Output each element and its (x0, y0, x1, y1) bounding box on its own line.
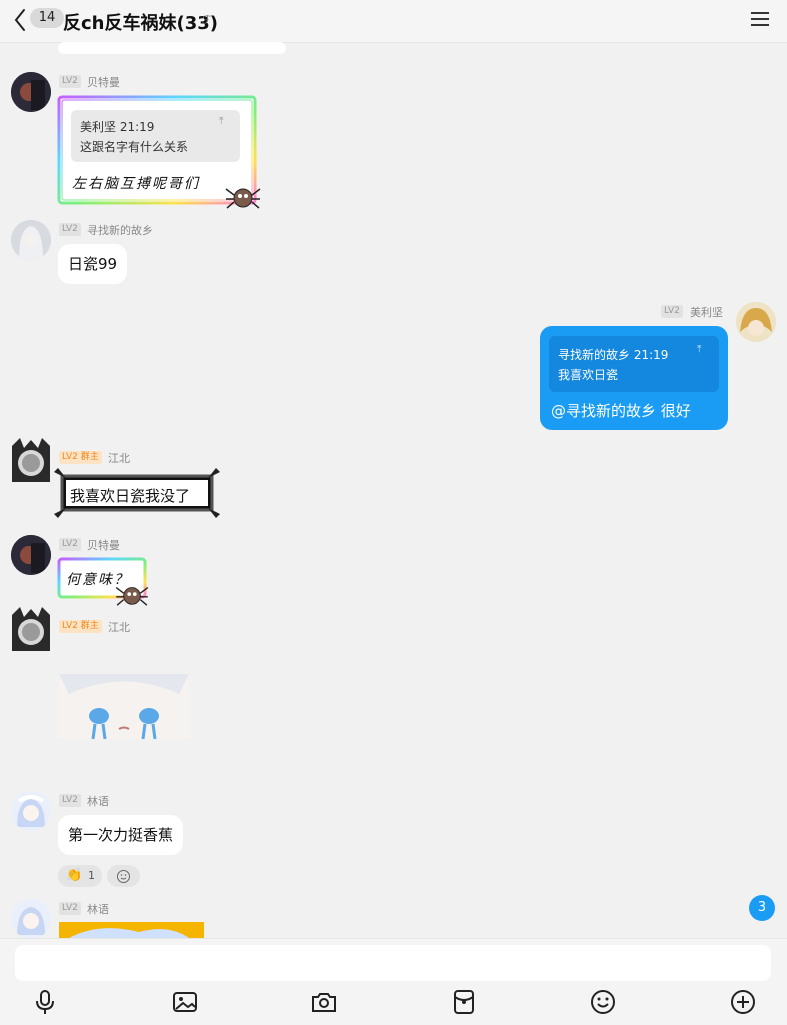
sticker-text: 我喜欢日瓷我没了 (70, 487, 191, 505)
reaction-count: 1 (88, 869, 95, 882)
sender-name[interactable]: 江北 (108, 619, 130, 635)
avatar[interactable] (11, 220, 51, 260)
previous-message-bubble (58, 42, 286, 54)
quote-author: 寻找新的故乡 21:19 (558, 348, 669, 362)
level-badge: LV2 (59, 223, 81, 236)
sender-name[interactable]: 林语 (87, 793, 109, 809)
avatar[interactable] (736, 302, 776, 342)
spider-sticker-icon (225, 188, 261, 209)
red-packet-icon[interactable] (450, 988, 478, 1016)
level-badge: LV2 (59, 794, 81, 807)
spider-sticker-icon (115, 587, 149, 606)
level-text: LV2 (62, 621, 78, 631)
chat-title[interactable]: 反ch反车祸妹(33) (63, 9, 218, 35)
reaction-chip[interactable]: 👏 1 (58, 865, 102, 887)
level-text: LV2 (62, 452, 78, 462)
back-icon[interactable] (10, 6, 32, 34)
owner-level-badge: LV2 群主 (59, 451, 102, 464)
hand-emoji-icon: 👏 (66, 868, 83, 883)
ear-mode-icon: ℱ (202, 13, 212, 27)
jump-to-quote-icon: ⤒ (219, 116, 224, 127)
avatar[interactable] (8, 605, 54, 655)
level-badge: LV2 (59, 902, 81, 915)
level-badge: LV2 (59, 75, 81, 88)
sender-name[interactable]: 林语 (87, 901, 109, 917)
quote-author: 美利坚 21:19 (80, 120, 155, 134)
own-message-text: @寻找新的故乡 很好 (551, 402, 691, 420)
level-badge: LV2 (661, 305, 683, 318)
avatar[interactable] (11, 791, 51, 831)
owner-level-badge: LV2 群主 (59, 620, 102, 633)
message-input[interactable] (15, 945, 771, 981)
owner-text: 群主 (80, 452, 99, 462)
emoji-icon[interactable] (589, 988, 617, 1016)
sender-name[interactable]: 寻找新的故乡 (87, 222, 153, 238)
microphone-icon[interactable] (31, 988, 59, 1016)
menu-icon[interactable] (750, 10, 770, 28)
quoted-message[interactable]: 美利坚 21:19 这跟名字有什么关系 ⤒ (71, 110, 240, 162)
message-bubble[interactable]: 第一次力挺香蕉 (58, 815, 184, 855)
plus-icon[interactable] (729, 988, 757, 1016)
sender-name[interactable]: 美利坚 (690, 304, 723, 320)
owner-text: 群主 (80, 621, 99, 631)
camera-icon[interactable] (310, 988, 338, 1016)
avatar[interactable] (11, 535, 51, 575)
avatar[interactable] (11, 899, 51, 939)
avatar[interactable] (11, 72, 51, 112)
jump-to-quote-icon: ⤒ (697, 344, 702, 355)
sender-name[interactable]: 贝特曼 (87, 537, 120, 553)
image-message[interactable] (59, 922, 204, 938)
quote-text: 这跟名字有什么关系 (80, 140, 189, 154)
image-icon[interactable] (171, 988, 199, 1016)
sender-name[interactable]: 江北 (108, 450, 130, 466)
message-bubble[interactable]: 日瓷99 (58, 244, 128, 284)
sender-name[interactable]: 贝特曼 (87, 74, 120, 90)
unread-messages-badge[interactable]: 3 (749, 895, 775, 921)
sticker-text: 左右脑互搏呢哥们 (72, 176, 200, 192)
level-badge: LV2 (59, 538, 81, 551)
quoted-message[interactable]: 寻找新的故乡 21:19 我喜欢日瓷 ⤒ (549, 336, 719, 392)
add-emoji-icon (117, 870, 130, 883)
add-reaction-button[interactable] (107, 865, 140, 887)
unread-count-badge[interactable]: 14 (30, 8, 64, 28)
avatar[interactable] (8, 436, 54, 486)
quote-text: 我喜欢日瓷 (558, 368, 619, 382)
anime-image[interactable] (59, 674, 189, 739)
